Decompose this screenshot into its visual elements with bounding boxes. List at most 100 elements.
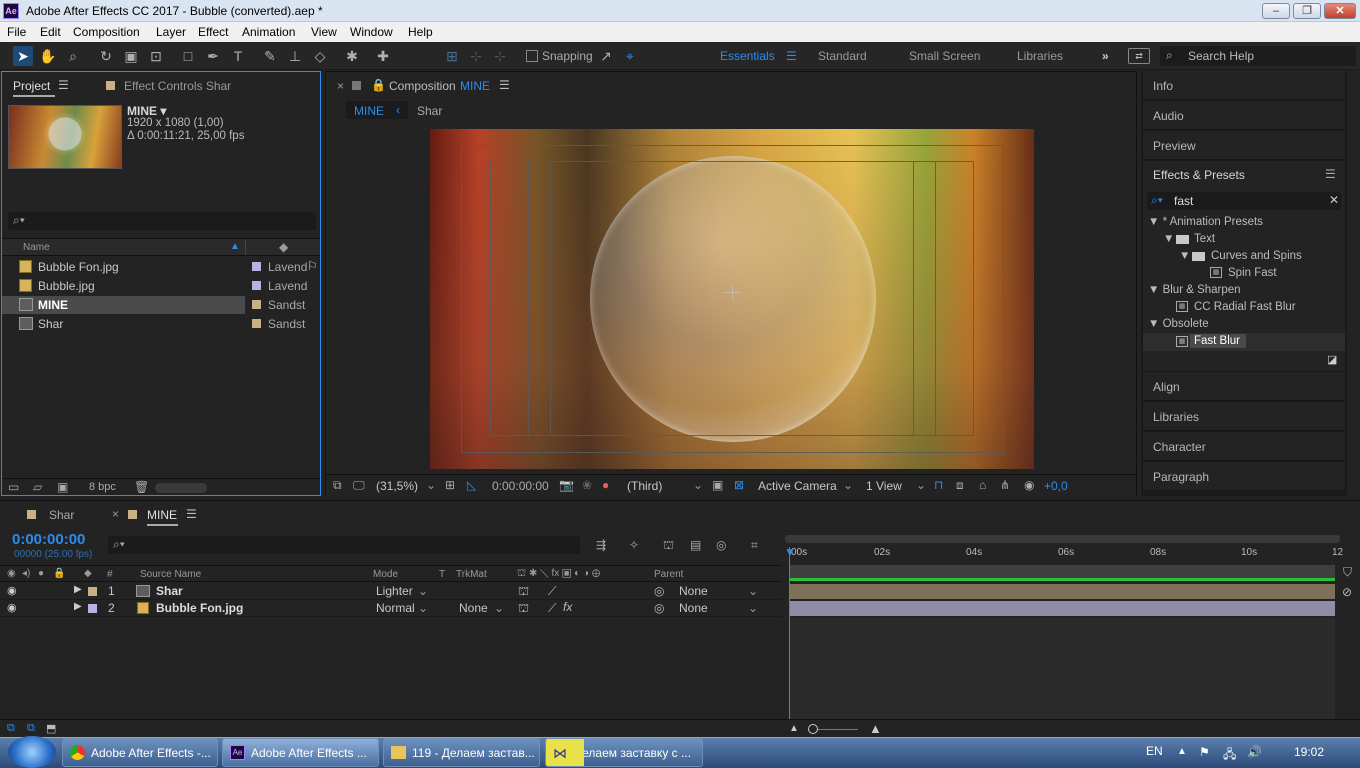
tree-animation-presets[interactable]: ▼ * Animation Presets xyxy=(1148,216,1263,228)
project-item[interactable]: Bubble Fon.jpg Lavend ⚐ xyxy=(2,258,320,276)
eye-icon[interactable]: ◉ xyxy=(7,601,17,614)
panel-paragraph[interactable]: Paragraph xyxy=(1143,462,1345,491)
timeline-current-time[interactable]: 0:00:00:00 xyxy=(12,531,85,548)
thumbnail-size-slider[interactable] xyxy=(155,483,207,493)
switches-header-icon[interactable]: ⛫ ✱ ⟍ fx ▣ ◐ ◑ ⊕ xyxy=(517,568,600,581)
graph-editor-icon[interactable]: ⌗ xyxy=(751,538,758,553)
taskbar-item-folder[interactable]: 119 - Делаем застав... xyxy=(383,738,540,767)
menu-layer[interactable]: Layer xyxy=(156,25,186,39)
playhead-handle-icon[interactable]: ▼ xyxy=(784,545,796,559)
video-switch-header-icon[interactable]: ◉ xyxy=(7,568,16,579)
sync-settings-icon[interactable]: ⇄ xyxy=(1128,48,1150,64)
display-monitor-icon[interactable]: 🖵 xyxy=(353,478,365,493)
layer-mode[interactable]: Normal xyxy=(376,601,415,615)
effects-presets-title[interactable]: Effects & Presets xyxy=(1153,168,1245,182)
comp-name[interactable]: MINE ▾ xyxy=(127,104,166,118)
menu-file[interactable]: File xyxy=(7,25,26,39)
shy-switch-icon[interactable]: ⛫ xyxy=(518,601,529,617)
taskbar-item-after-effects-2[interactable]: Ae Adobe After Effects ... xyxy=(222,738,379,767)
panel-character[interactable]: Character xyxy=(1143,432,1345,461)
search-help-box[interactable]: ⌕ Search Help xyxy=(1160,46,1356,66)
local-axis-icon[interactable]: ⊞ xyxy=(442,46,462,66)
expand-arrow-icon[interactable]: ▶ xyxy=(74,584,82,595)
region-of-interest-icon[interactable]: ▣ xyxy=(712,478,723,492)
start-button-icon[interactable] xyxy=(8,736,56,768)
shy-switch-icon[interactable]: ⛫ xyxy=(518,584,529,600)
maximize-button[interactable]: ❐ xyxy=(1293,3,1321,19)
tree-obsolete[interactable]: ▼ Obsolete xyxy=(1148,318,1209,330)
tab-timeline-mine[interactable]: MINE xyxy=(147,508,177,522)
world-axis-icon[interactable]: ⊹ xyxy=(466,46,486,66)
col-trkmat[interactable]: TrkMat xyxy=(456,569,487,580)
snap-edges-icon[interactable]: ↗ xyxy=(596,46,616,66)
pen-tool-icon[interactable]: ✒ xyxy=(203,46,223,66)
pick-whip-icon[interactable]: ◎ xyxy=(654,584,664,598)
project-item-selected[interactable]: MINE Sandst xyxy=(2,296,320,314)
label-col-tag-icon[interactable]: ◆ xyxy=(279,240,288,254)
timeline-menu-icon[interactable]: ☰ xyxy=(186,507,197,521)
comp-flowchart-icon[interactable]: ⇶ xyxy=(596,538,606,552)
toggle-pixel-aspect-icon[interactable]: ⊓ xyxy=(934,478,943,492)
layer-label-swatch[interactable] xyxy=(88,587,97,596)
pick-whip-icon[interactable]: ◎ xyxy=(654,601,664,615)
zoom-in-icon[interactable]: ▲ xyxy=(869,721,882,736)
tree-curves-toggle[interactable]: ▼ xyxy=(1179,250,1190,262)
menu-help[interactable]: Help xyxy=(408,25,433,39)
fast-previews-icon[interactable]: ⧈ xyxy=(956,478,964,493)
tree-text-folder[interactable]: Text xyxy=(1194,233,1215,245)
toggle-mask-icon[interactable]: ◺ xyxy=(467,478,476,492)
transparency-grid-icon[interactable]: ⊠ xyxy=(734,478,744,492)
project-panel-menu-icon[interactable]: ☰ xyxy=(58,78,69,92)
eraser-tool-icon[interactable]: ◇ xyxy=(310,46,330,66)
snapshot-camera-icon[interactable]: 📷 xyxy=(559,478,574,492)
col-name[interactable]: Name xyxy=(23,242,50,253)
project-search-input[interactable]: ⌕▾ xyxy=(8,212,316,230)
zoom-tool-icon[interactable]: ⌕ xyxy=(63,46,83,66)
tree-spin-fast[interactable]: Spin Fast xyxy=(1228,267,1277,279)
audio-switch-header-icon[interactable]: ◂) xyxy=(22,568,30,579)
timeline-icon[interactable]: ⌂ xyxy=(979,478,986,492)
taskbar-item-after-effects-1[interactable]: Adobe After Effects -... xyxy=(62,738,218,767)
layer-parent[interactable]: None xyxy=(679,584,708,598)
workspace-small-screen[interactable]: Small Screen xyxy=(909,49,980,63)
action-center-icon[interactable]: ⚑ xyxy=(1199,745,1210,759)
menu-animation[interactable]: Animation xyxy=(242,25,295,39)
quality-switch-icon[interactable]: ⟋ xyxy=(548,584,556,599)
camera-tool-icon[interactable]: ▣ xyxy=(121,46,141,66)
resolution-dropdown[interactable]: (Third) xyxy=(627,479,662,493)
close-tab-icon[interactable]: × xyxy=(337,79,344,93)
sort-asc-icon[interactable]: ▲ xyxy=(230,241,240,252)
workspace-essentials[interactable]: Essentials xyxy=(720,49,775,63)
in-out-toggle-icon[interactable]: ⬒ xyxy=(46,722,56,735)
lock-header-icon[interactable]: 🔒 xyxy=(53,568,65,579)
fx-switch-icon[interactable]: fx xyxy=(563,600,572,614)
view-layout-dropdown[interactable]: 1 View xyxy=(866,479,902,493)
label-header-icon[interactable]: ◆ xyxy=(84,568,92,579)
quality-switch-icon[interactable]: ⟋ xyxy=(548,601,556,616)
panel-libraries[interactable]: Libraries xyxy=(1143,402,1345,431)
layer-name[interactable]: Bubble Fon.jpg xyxy=(156,601,243,615)
tree-curves-folder[interactable]: Curves and Spins xyxy=(1211,250,1302,262)
tree-fast-blur[interactable]: Fast Blur xyxy=(1190,334,1246,348)
always-preview-icon[interactable]: ⧉ xyxy=(333,478,342,493)
layer-label-swatch[interactable] xyxy=(88,604,97,613)
menu-effect[interactable]: Effect xyxy=(198,25,228,39)
current-time-display[interactable]: 0:00:00:00 xyxy=(492,479,549,493)
layer-switches-toggle-icon[interactable]: ⧉ xyxy=(7,722,15,735)
layer-parent[interactable]: None xyxy=(679,601,708,615)
zoom-dropdown[interactable]: (31,5%) xyxy=(376,479,418,493)
snapping-checkbox[interactable] xyxy=(526,50,538,62)
tree-blur-sharpen[interactable]: ▼ Blur & Sharpen xyxy=(1148,284,1241,296)
toggle-guides-icon[interactable]: ⊞ xyxy=(445,478,455,492)
selection-tool-icon[interactable]: ➤ xyxy=(13,46,33,66)
network-icon[interactable]: 🖧 xyxy=(1223,745,1236,766)
layer-bar-bubble-fon[interactable] xyxy=(790,601,1335,616)
col-mode[interactable]: Mode xyxy=(373,569,398,580)
zoom-slider-handle[interactable] xyxy=(808,724,818,734)
tab-project[interactable]: Project xyxy=(13,79,50,93)
reset-exposure-icon[interactable]: ◉ xyxy=(1024,478,1034,492)
layer-row[interactable]: ◉ ▶ 2 Bubble Fon.jpg Normal ⌄ None ⌄ ⛫ ⟋… xyxy=(0,600,782,617)
eye-icon[interactable]: ◉ xyxy=(7,584,17,597)
pick-whip-timeline-icon[interactable]: ⊘ xyxy=(1342,585,1352,599)
close-button[interactable]: ✕ xyxy=(1324,3,1356,19)
